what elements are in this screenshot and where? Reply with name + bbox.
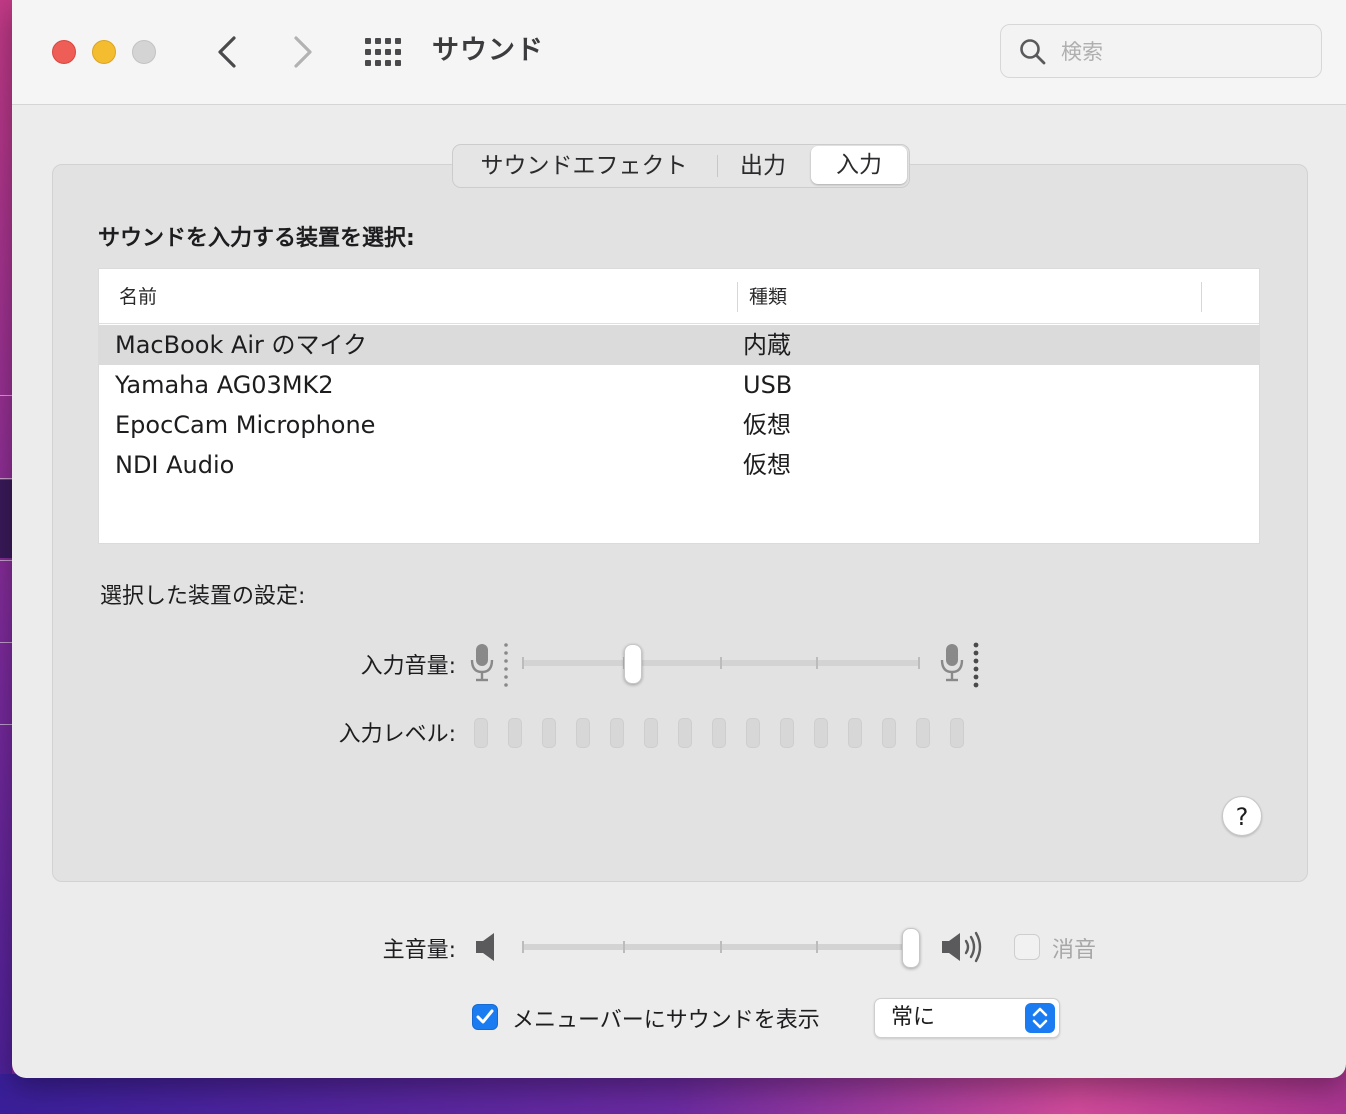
device-name: MacBook Air のマイク (115, 331, 368, 359)
chevron-right-icon (294, 36, 312, 68)
desktop-wallpaper (0, 1074, 1346, 1114)
search-field[interactable] (1000, 24, 1322, 78)
level-segment (508, 718, 522, 748)
table-row[interactable]: Yamaha AG03MK2 USB (99, 365, 1259, 405)
level-segment (644, 718, 658, 748)
close-button[interactable] (52, 40, 76, 64)
input-volume-knob[interactable] (624, 644, 643, 684)
level-segment (576, 718, 590, 748)
device-kind: 仮想 (743, 451, 791, 479)
table-row[interactable]: NDI Audio 仮想 (99, 445, 1259, 485)
microphone-low-icon (470, 643, 508, 687)
column-header-name[interactable]: 名前 (119, 269, 157, 323)
checkmark-icon (476, 1009, 494, 1024)
show-all-button[interactable] (362, 36, 402, 68)
menubar-visibility-popup[interactable]: 常に (874, 998, 1060, 1038)
input-device-table: 名前 種類 MacBook Air のマイク 内蔵 Yamaha AG03MK2… (98, 268, 1260, 544)
tab-sound-effects[interactable]: サウンドエフェクト (453, 145, 715, 187)
device-kind: USB (743, 371, 793, 399)
level-segment (950, 718, 964, 748)
tab-bar: サウンドエフェクト 出力 入力 (452, 144, 910, 188)
minimize-button[interactable] (92, 40, 116, 64)
microphone-high-icon (940, 642, 979, 688)
table-row[interactable]: EpocCam Microphone 仮想 (99, 405, 1259, 445)
device-name: EpocCam Microphone (115, 411, 376, 439)
back-button[interactable] (210, 30, 246, 74)
level-segment (712, 718, 726, 748)
help-button[interactable]: ? (1222, 796, 1262, 836)
show-in-menubar-checkbox[interactable] (472, 1004, 498, 1030)
level-segment (916, 718, 930, 748)
desktop-background (0, 0, 12, 1114)
level-segment (474, 718, 488, 748)
tab-input[interactable]: 入力 (811, 146, 907, 184)
search-icon (1020, 39, 1046, 65)
search-input[interactable] (1059, 35, 1313, 69)
zoom-button[interactable] (132, 40, 156, 64)
level-segment (610, 718, 624, 748)
level-segment (814, 718, 828, 748)
device-name: Yamaha AG03MK2 (115, 371, 334, 399)
grid-icon (365, 38, 401, 66)
input-level-label: 入力レベル: (338, 722, 456, 747)
level-segment (882, 718, 896, 748)
level-segment (542, 718, 556, 748)
device-name: NDI Audio (115, 451, 235, 479)
device-list-heading: サウンドを入力する装置を選択: (98, 226, 415, 251)
forward-button[interactable] (284, 30, 320, 74)
speaker-high-icon (942, 931, 982, 963)
toolbar: サウンド (12, 0, 1346, 105)
output-volume-knob[interactable] (902, 928, 920, 968)
output-volume-label: 主音量: (382, 938, 456, 963)
device-settings-label: 選択した装置の設定: (100, 584, 306, 609)
window-title: サウンド (432, 35, 544, 66)
device-kind: 仮想 (743, 411, 791, 439)
speaker-low-icon (476, 933, 494, 961)
show-in-menubar-label: メニューバーにサウンドを表示 (512, 1008, 820, 1033)
table-row[interactable]: MacBook Air のマイク 内蔵 (99, 325, 1259, 365)
level-segment (746, 718, 760, 748)
popup-arrows (1025, 1003, 1055, 1033)
mute-label: 消音 (1052, 938, 1097, 963)
device-kind: 内蔵 (743, 331, 791, 359)
column-header-kind[interactable]: 種類 (749, 269, 787, 323)
chevron-up-down-icon (1032, 1007, 1048, 1029)
level-segment (780, 718, 794, 748)
input-volume-label: 入力音量: (360, 654, 456, 679)
chevron-left-icon (218, 36, 236, 68)
mute-checkbox[interactable] (1014, 934, 1040, 960)
tab-output[interactable]: 出力 (715, 145, 811, 187)
sound-preferences-window: サウンド サウンドエフェクト 出力 入力 サウンドを入力する装置を選択: 名前 … (12, 0, 1346, 1078)
popup-value: 常に (891, 1005, 936, 1030)
level-segment (848, 718, 862, 748)
level-segment (678, 718, 692, 748)
